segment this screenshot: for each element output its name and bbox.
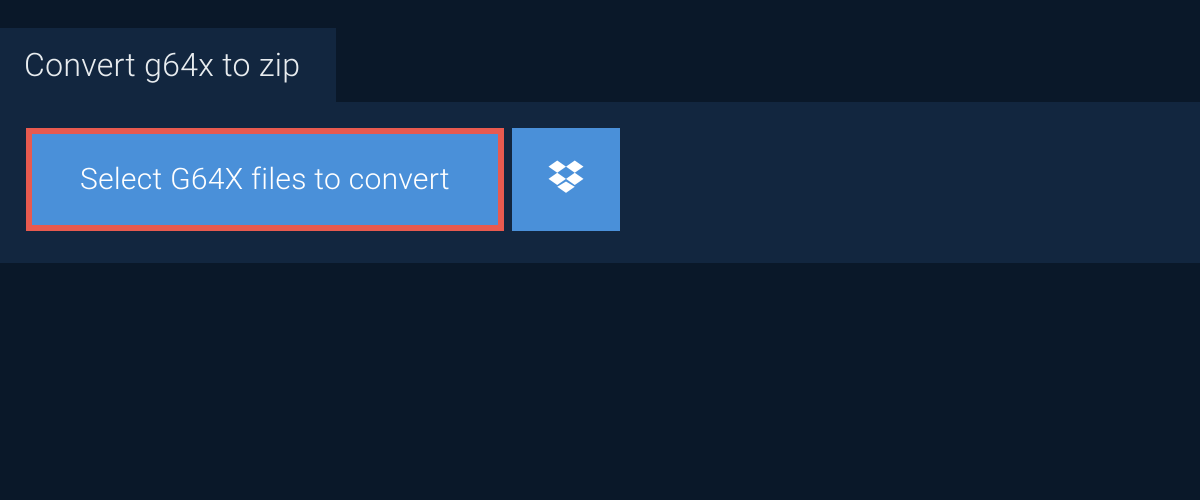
select-files-button[interactable]: Select G64X files to convert: [26, 128, 504, 231]
dropbox-button[interactable]: [512, 128, 620, 231]
tab-convert[interactable]: Convert g64x to zip: [0, 28, 336, 102]
upload-panel: Select G64X files to convert: [0, 102, 1200, 263]
dropbox-icon: [545, 157, 587, 203]
tab-title: Convert g64x to zip: [24, 46, 300, 84]
select-files-label: Select G64X files to convert: [80, 162, 450, 197]
